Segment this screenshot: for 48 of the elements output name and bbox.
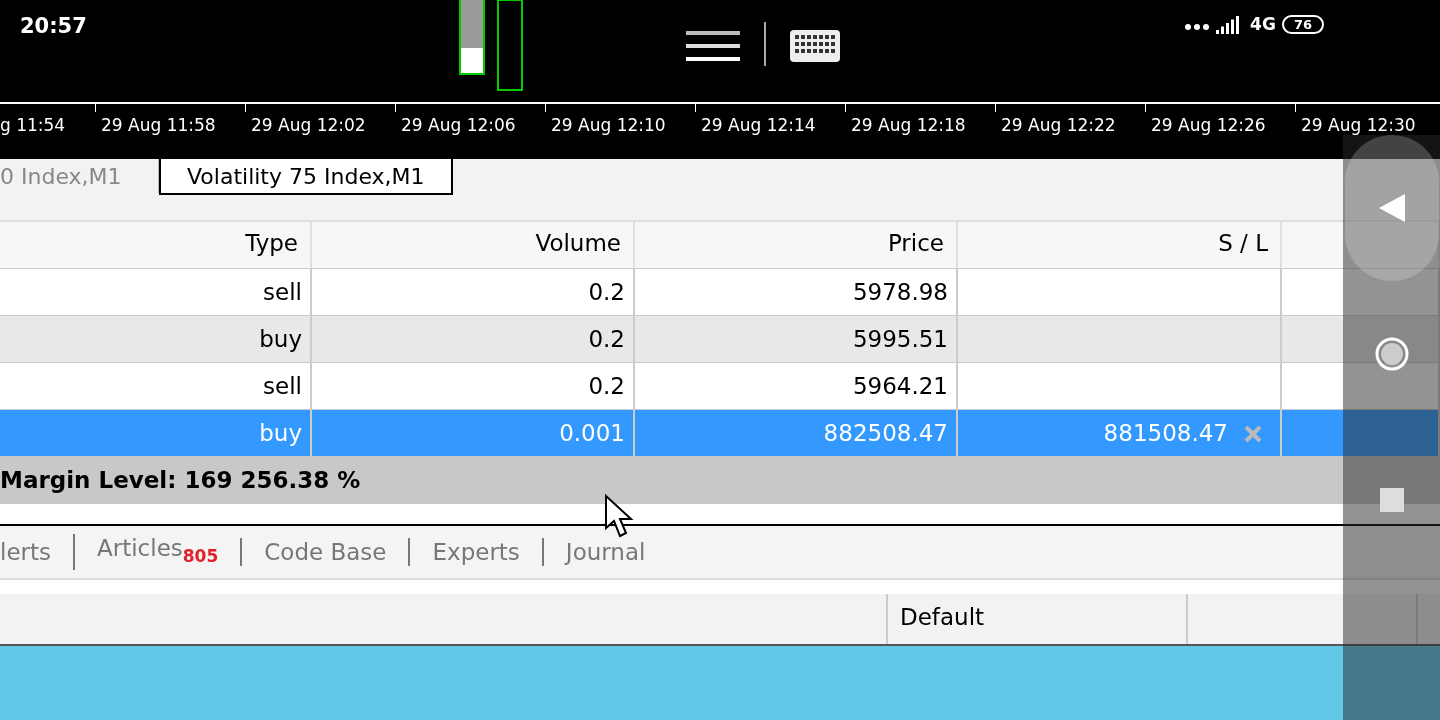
menu-icon[interactable] [686, 29, 740, 63]
time-label: 29 Aug 12:26 [1151, 114, 1266, 136]
time-label: 29 Aug 12:02 [251, 114, 366, 136]
chart-tab[interactable]: Volatility 75 Index,M1 [159, 159, 453, 195]
table-cell-text: 882508.47 [823, 420, 948, 448]
panel-tab[interactable]: lerts [0, 538, 73, 566]
column-header[interactable]: Price [635, 222, 958, 268]
recents-icon[interactable] [1379, 488, 1404, 512]
panel-tab[interactable]: Journal [541, 538, 668, 566]
network-label: 4G [1250, 14, 1276, 34]
table-cell-text: 0.2 [588, 326, 625, 354]
table-cell-text: 0.2 [588, 279, 625, 307]
time-label: g 11:54 [0, 114, 66, 136]
margin-level: Margin Level: 169 256.38 % [0, 467, 361, 493]
table-cell-text: sell [263, 373, 302, 401]
table-cell-text: 5964.21 [852, 373, 948, 401]
column-header[interactable]: Volume [312, 222, 635, 268]
panel-tab[interactable]: Code Base [240, 538, 409, 566]
battery-level: 76 [1281, 14, 1324, 34]
table-cell-text: sell [263, 279, 302, 307]
table-cell-text: 5995.51 [852, 326, 948, 354]
keyboard-icon[interactable] [790, 30, 840, 62]
table-cell-text: buy [259, 420, 302, 448]
time-label: 29 Aug 12:14 [701, 114, 816, 136]
table-cell-text: 0.2 [588, 373, 625, 401]
back-icon[interactable] [1378, 194, 1405, 222]
table-cell-text: 0.001 [559, 420, 625, 448]
column-header[interactable]: S / L [958, 222, 1282, 268]
divider-drawing [764, 22, 766, 66]
time-label: 29 Aug 12:06 [401, 114, 516, 136]
time-label: 29 Aug 11:58 [101, 114, 216, 136]
table-cell-text: 881508.47 [1103, 420, 1228, 448]
home-icon[interactable] [1373, 336, 1410, 372]
profile-label: Default [900, 604, 985, 630]
table-cell-text: buy [259, 326, 302, 354]
table-row[interactable]: sell 0.2 5964.21 [0, 363, 1440, 410]
clock: 20:57 [19, 13, 88, 38]
column-header[interactable]: Type [0, 222, 312, 268]
panel-tab[interactable]: Experts [408, 538, 542, 566]
table-row[interactable]: sell 0.2 5978.98 [0, 269, 1440, 316]
table-cell-text: 5978.98 [852, 279, 948, 307]
time-label: 29 Aug 12:10 [551, 114, 666, 136]
panel-tab[interactable]: Articles$_{805}$ [73, 534, 241, 570]
time-label: 29 Aug 12:18 [851, 114, 966, 136]
time-label: 29 Aug 12:30 [1301, 114, 1416, 136]
count-label: 805 [182, 545, 219, 566]
table-row[interactable]: buy 0.2 5995.51 [0, 316, 1440, 363]
time-label: 29 Aug 12:22 [1001, 114, 1116, 136]
